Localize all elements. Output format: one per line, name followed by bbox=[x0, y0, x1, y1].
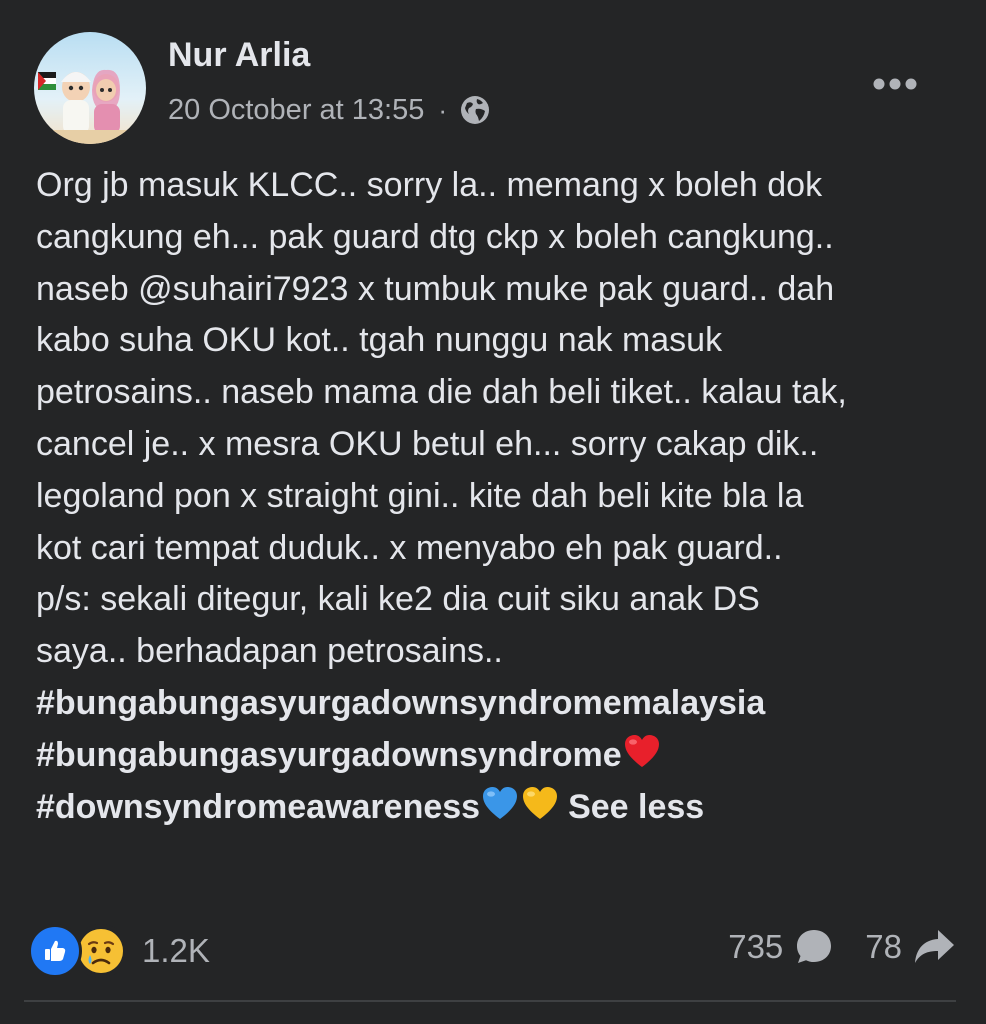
hashtag-line: #bungabungasyurgadownsyndromemalaysia bbox=[36, 678, 956, 730]
like-reaction-icon bbox=[28, 924, 82, 978]
globe-icon[interactable] bbox=[459, 94, 491, 126]
facebook-post: Nur Arlia 20 October at 13:55 · Org jb m… bbox=[0, 0, 986, 1024]
meta-separator: · bbox=[438, 94, 448, 125]
shares-count[interactable]: 78 bbox=[865, 926, 956, 968]
hashtag-link[interactable]: #bungabungasyurgadownsyndromemalaysia bbox=[36, 684, 765, 722]
reaction-count: 1.2K bbox=[142, 932, 210, 969]
post-text-line: Org jb masuk KLCC.. sorry la.. memang x … bbox=[36, 166, 823, 204]
post-footer: 1.2K 735 78 bbox=[0, 918, 986, 980]
post-text-line: kot cari tempat duduk.. x menyabo eh pak… bbox=[36, 528, 783, 567]
footer-divider bbox=[24, 1000, 956, 1002]
sad-reaction-icon bbox=[74, 924, 128, 978]
reactions-summary[interactable]: 1.2K bbox=[28, 924, 210, 978]
comments-count-text: 735 bbox=[728, 928, 784, 965]
shares-count-text: 78 bbox=[865, 928, 902, 965]
post-stats: 735 78 bbox=[728, 926, 956, 968]
more-options-icon[interactable] bbox=[860, 62, 930, 106]
post-meta: 20 October at 13:55 · bbox=[168, 90, 491, 130]
post-text-line: cangkung eh... pak guard dtg ckp x boleh… bbox=[36, 217, 834, 256]
author-name[interactable]: Nur Arlia bbox=[168, 36, 310, 75]
author-avatar[interactable] bbox=[34, 32, 146, 144]
post-text-line: kabo suha OKU kot.. tgah nunggu nak masu… bbox=[36, 321, 723, 360]
post-text-line: petrosains.. naseb mama die dah beli tik… bbox=[36, 373, 847, 412]
post-body: Org jb masuk KLCC.. sorry la.. memang x … bbox=[36, 160, 956, 833]
see-less-link[interactable]: See less bbox=[568, 788, 704, 826]
post-text-line: cancel je.. x mesra OKU betul eh... sorr… bbox=[36, 424, 819, 463]
yellow-heart-icon bbox=[520, 784, 560, 824]
post-text-line: legoland pon x straight gini.. kite dah … bbox=[36, 476, 804, 515]
hashtag-link[interactable]: #downsyndromeawareness bbox=[36, 788, 480, 826]
hashtag-link[interactable]: #bungabungasyurgadownsyndrome bbox=[36, 736, 622, 774]
red-heart-icon bbox=[622, 732, 662, 772]
hashtag-line: #downsyndromeawareness See less bbox=[36, 782, 956, 834]
comments-count[interactable]: 735 bbox=[728, 926, 835, 968]
avatar-image bbox=[34, 32, 146, 144]
post-timestamp[interactable]: 20 October at 13:55 bbox=[168, 94, 424, 127]
blue-heart-icon bbox=[480, 784, 520, 824]
share-icon bbox=[915, 930, 954, 963]
comment-icon bbox=[797, 930, 832, 963]
post-text-line: saya.. berhadapan petrosains.. bbox=[36, 632, 503, 671]
hashtag-line: #bungabungasyurgadownsyndrome bbox=[36, 730, 956, 782]
post-text-line: naseb @suhairi7923 x tumbuk muke pak gua… bbox=[36, 269, 835, 308]
post-text-line: p/s: sekali ditegur, kali ke2 dia cuit s… bbox=[36, 580, 760, 619]
